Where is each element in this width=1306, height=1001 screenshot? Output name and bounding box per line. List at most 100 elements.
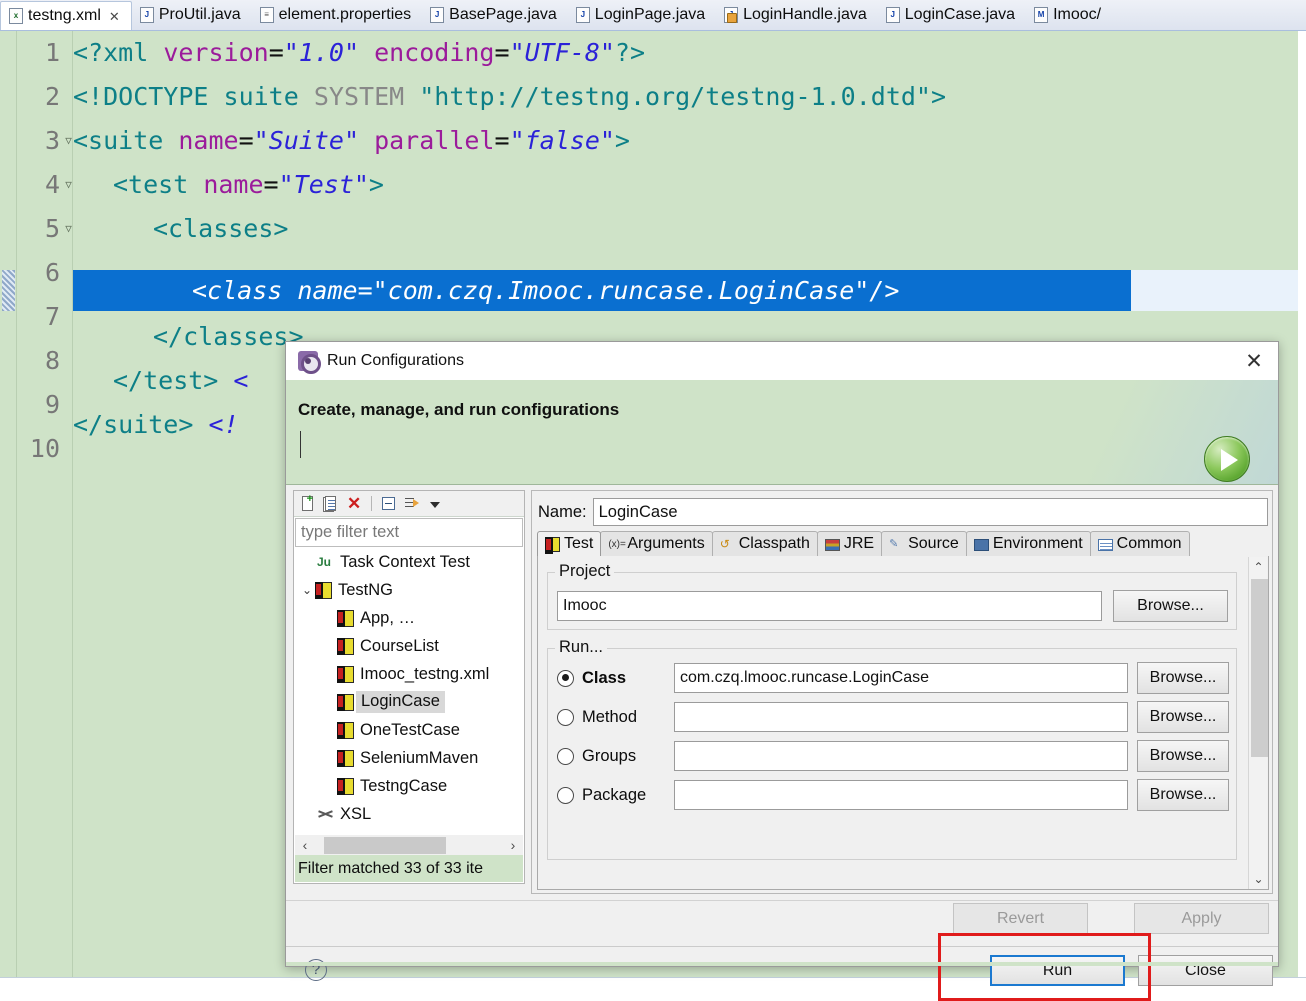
selected-line-text: <class name="com.czq.Imooc.runcase.Login… — [192, 270, 899, 311]
code-line-2: <!DOCTYPE suite SYSTEM "http://testng.or… — [73, 75, 946, 119]
line-number: 3 — [16, 119, 60, 163]
editor-marker-bar[interactable] — [0, 31, 17, 993]
editor-tab-element-properties[interactable]: ≡ element.properties — [252, 0, 423, 30]
scroll-down-icon[interactable]: ⌄ — [1249, 869, 1268, 889]
scroll-left-icon[interactable]: ‹ — [295, 835, 315, 855]
tree-item-testng[interactable]: ⌄ TestNG — [295, 576, 523, 604]
view-menu-chevron-icon[interactable] — [426, 495, 444, 513]
tree-horizontal-scrollbar[interactable]: ‹ › — [295, 835, 523, 855]
dialog-title-bar: Run Configurations ✕ — [286, 342, 1278, 380]
footer-separator — [286, 900, 1278, 901]
tab-jre[interactable]: JRE — [817, 531, 882, 556]
collapse-all-icon[interactable] — [380, 495, 398, 513]
editor-tab-label: Imooc/ — [1053, 6, 1101, 24]
editor-tab-label: LoginHandle.java — [743, 6, 867, 24]
scrollbar-thumb[interactable] — [324, 837, 446, 854]
project-input[interactable]: Imooc — [557, 591, 1102, 621]
tab-label: Common — [1117, 535, 1182, 553]
project-group: Project Imooc Browse... — [547, 572, 1237, 630]
method-input[interactable] — [674, 702, 1128, 732]
tree-item-label: OneTestCase — [360, 721, 460, 740]
tab-classpath[interactable]: ↺ Classpath — [712, 531, 818, 556]
name-input[interactable]: LoginCase — [593, 498, 1268, 526]
close-icon[interactable]: ✕ — [109, 10, 120, 23]
editor-tab-proutil-java[interactable]: J ProUtil.java — [132, 0, 252, 30]
classpath-tab-icon: ↺ — [720, 537, 735, 552]
classes-tag-close: </classes> — [153, 322, 304, 351]
attr-encoding-value: "UTF-8" — [510, 38, 615, 67]
groups-input[interactable] — [674, 741, 1128, 771]
radio-groups[interactable] — [557, 748, 574, 765]
tab-environment[interactable]: Environment — [966, 531, 1091, 556]
line-number: 10 — [16, 427, 60, 471]
tree-item-task-context-test[interactable]: Task Context Test — [295, 548, 523, 576]
tree-item-logincase[interactable]: LoginCase — [295, 688, 523, 716]
radio-method[interactable] — [557, 709, 574, 726]
close-button[interactable]: Close — [1138, 955, 1273, 986]
tree-item-imooc-testng-xml[interactable]: Imooc_testng.xml — [295, 660, 523, 688]
tab-source[interactable]: ✎ Source — [881, 531, 967, 556]
fold-marker-icon[interactable]: ▽ — [64, 119, 73, 163]
name-label: Name: — [538, 503, 587, 522]
code-line-1: <?xml version="1.0" encoding="UTF-8"?> — [73, 31, 645, 75]
editor-right-edge — [1298, 31, 1306, 993]
tab-arguments[interactable]: (x)= Arguments — [600, 531, 712, 556]
xsl-icon — [317, 806, 334, 823]
method-browse-button[interactable]: Browse... — [1137, 701, 1229, 733]
tree-item-testngcase[interactable]: TestngCase — [295, 772, 523, 800]
scrollbar-track[interactable] — [446, 835, 503, 855]
editor-tab-loginpage-java[interactable]: J LoginPage.java — [568, 0, 716, 30]
radio-class[interactable] — [557, 670, 574, 687]
doctype-name: suite — [224, 82, 299, 111]
suite-tag-close: </suite> — [73, 410, 193, 439]
package-browse-button[interactable]: Browse... — [1137, 779, 1229, 811]
java-file-icon: J — [140, 7, 154, 23]
editor-tab-loginhandle-java[interactable]: J LoginHandle.java — [716, 0, 878, 30]
line8-trailing: < — [233, 366, 248, 395]
detail-vertical-scrollbar[interactable]: ⌃ ⌄ — [1248, 557, 1267, 889]
editor-tab-logincase-java[interactable]: J LoginCase.java — [878, 0, 1026, 30]
delete-configuration-icon[interactable]: ✕ — [345, 495, 363, 513]
filter-configurations-icon[interactable] — [403, 495, 421, 513]
dialog-banner-title: Create, manage, and run configurations — [298, 400, 619, 420]
filter-input[interactable]: type filter text — [295, 518, 523, 547]
configuration-tab-strip: Test (x)= Arguments ↺ Classpath JRE ✎ So… — [537, 532, 1269, 557]
fold-marker-icon[interactable]: ▽ — [64, 163, 73, 207]
duplicate-configuration-icon[interactable] — [322, 495, 340, 513]
apply-button[interactable]: Apply — [1134, 903, 1269, 934]
dialog-title: Run Configurations — [327, 352, 464, 370]
tree-item-seleniummaven[interactable]: SeleniumMaven — [295, 744, 523, 772]
code-folding-column[interactable]: ▽ ▽ ▽ — [64, 31, 73, 993]
tree-item-xsl[interactable]: XSL — [295, 800, 523, 828]
fold-marker-icon[interactable]: ▽ — [64, 207, 73, 251]
project-browse-button[interactable]: Browse... — [1113, 590, 1228, 622]
scrollbar-thumb[interactable] — [1251, 579, 1268, 757]
package-input[interactable] — [674, 780, 1128, 810]
run-button[interactable]: Run — [990, 955, 1125, 986]
chevron-down-icon[interactable]: ⌄ — [299, 583, 315, 597]
editor-tab-testng-xml[interactable]: x testng.xml ✕ — [0, 1, 132, 30]
tree-item-app[interactable]: App, … — [295, 604, 523, 632]
testng-icon — [337, 722, 354, 739]
groups-browse-button[interactable]: Browse... — [1137, 740, 1229, 772]
editor-tab-label: LoginCase.java — [905, 6, 1015, 24]
tab-test[interactable]: Test — [537, 531, 601, 556]
java-file-locked-icon: J — [724, 7, 738, 23]
tab-common[interactable]: Common — [1090, 531, 1190, 556]
configurations-tree[interactable]: Task Context Test ⌄ TestNG App, … Course… — [295, 548, 523, 828]
editor-tab-basepage-java[interactable]: J BasePage.java — [422, 0, 568, 30]
close-icon[interactable]: ✕ — [1236, 346, 1272, 376]
revert-button[interactable]: Revert — [953, 903, 1088, 934]
class-browse-button[interactable]: Browse... — [1137, 662, 1229, 694]
radio-package[interactable] — [557, 787, 574, 804]
run-option-package-row: Package Browse... — [557, 780, 1229, 810]
scroll-right-icon[interactable]: › — [503, 835, 523, 855]
tree-item-courselist[interactable]: CourseList — [295, 632, 523, 660]
new-configuration-icon[interactable] — [299, 495, 317, 513]
line-number: 8 — [16, 339, 60, 383]
test-tag-close: </test> — [113, 366, 218, 395]
class-input[interactable]: com.czq.lmooc.runcase.LoginCase — [674, 663, 1128, 693]
scroll-up-icon[interactable]: ⌃ — [1249, 557, 1268, 577]
tree-item-onetestcase[interactable]: OneTestCase — [295, 716, 523, 744]
editor-tab-imooc[interactable]: M Imooc/ — [1026, 0, 1112, 30]
